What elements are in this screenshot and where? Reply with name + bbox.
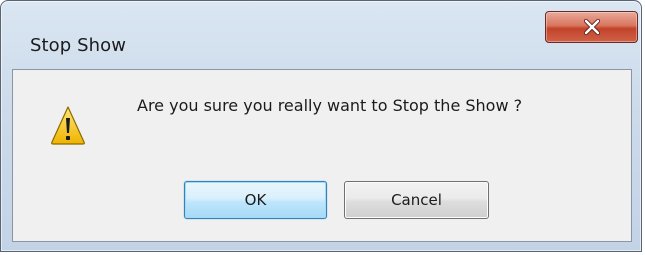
stop-show-dialog: Stop Show Are you sure you really want t…	[0, 0, 642, 252]
title-bar[interactable]: Stop Show	[1, 1, 641, 69]
dialog-body: Are you sure you really want to Stop the…	[12, 69, 632, 242]
cancel-button[interactable]: Cancel	[344, 181, 489, 219]
dialog-title: Stop Show	[30, 35, 127, 56]
ok-button-label: OK	[244, 191, 267, 209]
cancel-button-label: Cancel	[391, 191, 442, 209]
warning-icon	[51, 106, 85, 145]
close-button[interactable]	[545, 11, 638, 43]
close-icon	[583, 18, 601, 36]
ok-button[interactable]: OK	[184, 181, 327, 219]
dialog-message: Are you sure you really want to Stop the…	[137, 96, 523, 115]
